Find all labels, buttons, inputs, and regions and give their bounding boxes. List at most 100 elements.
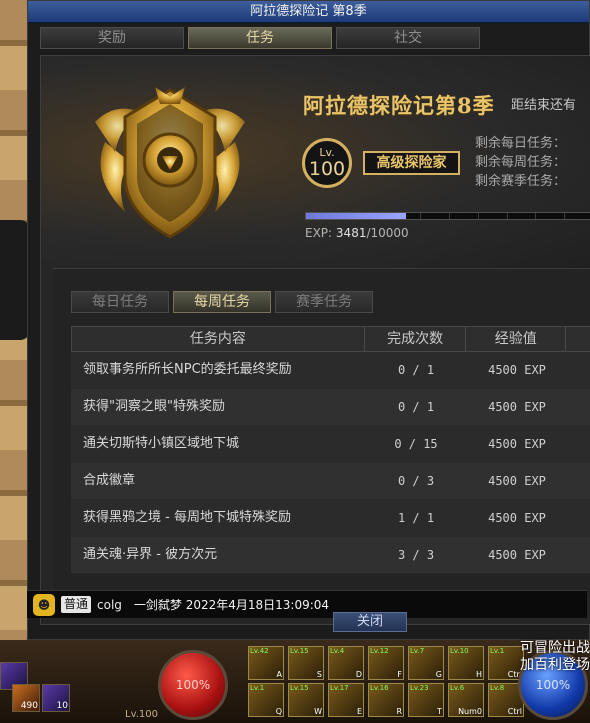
task-name: 通关魂·异界 - 彼方次元 bbox=[83, 547, 218, 562]
skill-level: Lv.4 bbox=[330, 647, 345, 655]
character-level: Lv.100 bbox=[125, 709, 158, 720]
task-exp: 4500 EXP bbox=[488, 511, 546, 525]
chat-smiley-icon[interactable]: ☻ bbox=[33, 593, 55, 616]
medal-emblem-icon bbox=[95, 87, 245, 239]
close-button[interactable]: 关闭 bbox=[333, 612, 407, 632]
skill-hotkey: Ctrl bbox=[507, 707, 522, 716]
skill-level: Lv.15 bbox=[290, 647, 309, 655]
task-extra bbox=[567, 537, 590, 573]
task-row[interactable]: 通关魂·异界 - 彼方次元 3 / 3 4500 EXP bbox=[71, 537, 590, 574]
task-row[interactable]: 获得黑鸦之境 - 每周地下城特殊奖励 1 / 1 4500 EXP bbox=[71, 500, 590, 537]
task-extra bbox=[567, 463, 590, 499]
remaining-daily: 剩余每日任务： bbox=[475, 136, 567, 151]
item-slot-consumable-icon[interactable]: 490 bbox=[12, 684, 40, 712]
task-exp: 4500 EXP bbox=[488, 363, 546, 377]
tab-season-tasks[interactable]: 赛季任务 bbox=[275, 291, 373, 313]
skill-level: Lv.12 bbox=[370, 647, 389, 655]
skill-level: Lv.8 bbox=[490, 684, 505, 692]
exp-bar-segment bbox=[508, 213, 537, 219]
skill-slot-icon[interactable]: Lv.10 H bbox=[448, 646, 484, 680]
task-name: 通关切斯特小镇区域地下城 bbox=[83, 436, 240, 451]
exp-bar-segment bbox=[479, 213, 508, 219]
task-row[interactable]: 领取事务所所长NPC的委托最终奖励 0 / 1 4500 EXP bbox=[71, 352, 590, 389]
season-title: 阿拉德探险记第8季 bbox=[303, 93, 495, 118]
task-exp: 4500 EXP bbox=[488, 400, 546, 414]
level-value: 100 bbox=[308, 158, 346, 180]
skill-level: Lv.17 bbox=[330, 684, 349, 692]
skill-slot-icon[interactable]: Lv.12 F bbox=[368, 646, 404, 680]
column-header-task: 任务内容 bbox=[72, 327, 365, 351]
skill-level: Lv.23 bbox=[410, 684, 429, 692]
skill-hotkey: G bbox=[435, 670, 442, 679]
tab-daily-tasks[interactable]: 每日任务 bbox=[71, 291, 169, 313]
column-header-count: 完成次数 bbox=[365, 327, 467, 351]
skill-slot-icon[interactable]: Lv.1 Q bbox=[248, 683, 284, 717]
event-tip: 可冒险出战加百利登场 bbox=[520, 640, 590, 673]
game-hud: 490 10 100% Lv.100 Lv.42 A Lv.15 S Lv.4 D Lv.1… bbox=[0, 640, 590, 723]
skill-slot-icon[interactable]: Lv.6 Num0 bbox=[448, 683, 484, 717]
exp-readout: EXP: 3481/10000 bbox=[305, 226, 409, 240]
chat-user[interactable]: colg bbox=[97, 598, 122, 612]
exp-bar-segment bbox=[536, 213, 566, 219]
chat-message: 一剑弑梦 2022年4月18日13:09:04 bbox=[133, 598, 330, 612]
task-extra bbox=[567, 352, 590, 388]
skill-hotkey: D bbox=[355, 670, 362, 679]
skill-hotkey: F bbox=[397, 670, 402, 679]
task-table: 任务内容 完成次数 经验值 领取事务所所长NPC的委托最终奖励 0 / 1 4500… bbox=[71, 326, 590, 574]
task-exp: 4500 EXP bbox=[488, 437, 546, 451]
game-screen: 阿拉德探险记 第8季 奖励 任务 社交 阿拉德探险记第8季 距结束还有 Lv. … bbox=[0, 0, 590, 723]
skill-hotkey: T bbox=[437, 707, 442, 716]
main-tab-bar: 奖励 任务 社交 bbox=[40, 27, 480, 49]
skill-level: Lv.1 bbox=[250, 684, 265, 692]
column-header-exp: 经验值 bbox=[466, 327, 567, 351]
tab-social[interactable]: 社交 bbox=[336, 27, 480, 49]
task-row[interactable]: 通关切斯特小镇区域地下城 0 / 15 4500 EXP bbox=[71, 426, 590, 463]
skill-level: Lv.16 bbox=[370, 684, 389, 692]
window-title: 阿拉德探险记 第8季 bbox=[28, 1, 589, 23]
task-extra bbox=[567, 389, 590, 425]
skill-slot-icon[interactable]: Lv.16 R bbox=[368, 683, 404, 717]
task-row[interactable]: 合成徽章 0 / 3 4500 EXP bbox=[71, 463, 590, 500]
exp-progress-bar bbox=[305, 212, 590, 220]
task-extra bbox=[567, 500, 590, 536]
task-name: 合成徽章 bbox=[83, 473, 136, 488]
task-exp: 4500 EXP bbox=[488, 474, 546, 488]
skill-level: Lv.7 bbox=[410, 647, 425, 655]
task-area: 每日任务 每周任务 赛季任务 任务内容 完成次数 经验值 领取事务所所长NPC的… bbox=[53, 268, 590, 598]
exp-bar-segment bbox=[421, 213, 450, 219]
task-row[interactable]: 获得"洞察之眼"特殊奖励 0 / 1 4500 EXP bbox=[71, 389, 590, 426]
skill-slot-icon[interactable]: Lv.42 A bbox=[248, 646, 284, 680]
skill-hotkey: Q bbox=[275, 707, 282, 716]
level-badge: Lv. 100 bbox=[302, 138, 352, 188]
skill-slot-icon[interactable]: Lv.15 W bbox=[288, 683, 324, 717]
skill-slot-icon[interactable]: Lv.23 T bbox=[408, 683, 444, 717]
task-count: 0 / 15 bbox=[394, 437, 438, 451]
task-exp: 4500 EXP bbox=[488, 548, 546, 562]
adventure-window: 阿拉德探险记 第8季 奖励 任务 社交 阿拉德探险记第8季 距结束还有 Lv. … bbox=[27, 0, 590, 640]
exp-max: /10000 bbox=[366, 226, 409, 240]
skill-hotkey: R bbox=[396, 707, 402, 716]
tab-weekly-tasks[interactable]: 每周任务 bbox=[173, 291, 271, 313]
skill-level: Lv.6 bbox=[450, 684, 465, 692]
skill-level: Lv.15 bbox=[290, 684, 309, 692]
remaining-season: 剩余赛季任务： bbox=[475, 174, 567, 189]
task-count: 1 / 1 bbox=[397, 511, 435, 525]
skill-hotkey: Num0 bbox=[458, 707, 482, 716]
skill-level: Lv.10 bbox=[450, 647, 469, 655]
tab-tasks[interactable]: 任务 bbox=[188, 27, 332, 49]
chat-channel-badge[interactable]: 普通 bbox=[61, 596, 92, 613]
task-count: 3 / 3 bbox=[397, 548, 435, 562]
tab-rewards[interactable]: 奖励 bbox=[40, 27, 184, 49]
exp-current: 3481 bbox=[335, 226, 367, 240]
season-header: 阿拉德探险记第8季 距结束还有 Lv. 100 高级探险家 剩余每日任务： 剩余… bbox=[41, 56, 590, 268]
skill-bar: Lv.42 A Lv.15 S Lv.4 D Lv.12 F Lv.7 G Lv.10 H Lv.1 Ct… bbox=[248, 646, 524, 717]
skill-slot-icon[interactable]: Lv.17 E bbox=[328, 683, 364, 717]
skill-slot-icon[interactable]: Lv.15 S bbox=[288, 646, 324, 680]
season-countdown: 距结束还有 bbox=[511, 98, 577, 113]
season-panel: 阿拉德探险记第8季 距结束还有 Lv. 100 高级探险家 剩余每日任务： 剩余… bbox=[40, 55, 590, 625]
skill-slot-icon[interactable]: Lv.7 G bbox=[408, 646, 444, 680]
exp-label: EXP: bbox=[305, 226, 333, 240]
item-count-1: 490 bbox=[20, 701, 38, 711]
item-slot-gem-icon[interactable]: 10 bbox=[42, 684, 70, 712]
skill-slot-icon[interactable]: Lv.4 D bbox=[328, 646, 364, 680]
